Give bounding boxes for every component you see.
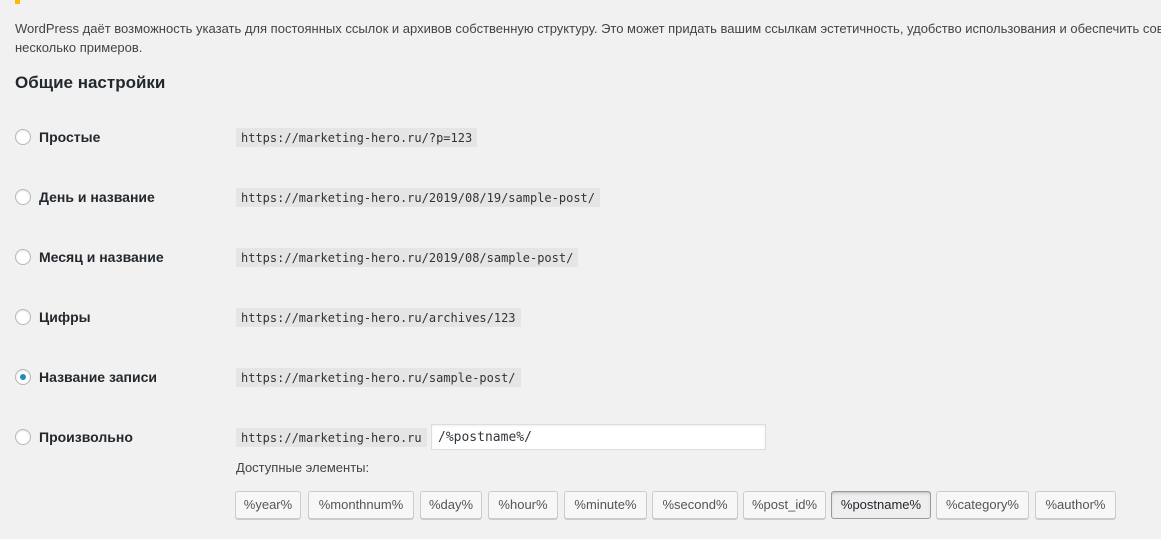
tag-year-button[interactable]: %year% — [235, 491, 301, 519]
intro-line-2: несколько примеров. — [15, 40, 143, 55]
tag-hour-button[interactable]: %hour% — [488, 491, 558, 519]
tag-post-id-button[interactable]: %post_id% — [743, 491, 826, 519]
radio-day-and-name[interactable] — [15, 189, 31, 205]
notice-accent-bar — [15, 0, 20, 4]
tag-minute-button[interactable]: %minute% — [564, 491, 647, 519]
intro-text: WordPress даёт возможность указать для п… — [15, 19, 1161, 57]
tag-postname-button[interactable]: %postname% — [831, 491, 931, 519]
permalink-base-url: https://marketing-hero.ru — [236, 428, 427, 447]
permalink-example: https://marketing-hero.ru/2019/08/19/sam… — [236, 188, 601, 207]
permalink-example: https://marketing-hero.ru/?p=123 — [236, 128, 478, 147]
option-custom[interactable]: Произвольно https://marketing-hero.ru — [15, 424, 1145, 450]
radio-plain[interactable] — [15, 129, 31, 145]
radio-post-name[interactable] — [15, 369, 31, 385]
option-month-and-name[interactable]: Месяц и название https://marketing-hero.… — [15, 245, 1145, 269]
tag-monthnum-button[interactable]: %monthnum% — [308, 491, 414, 519]
option-label[interactable]: Месяц и название — [39, 248, 164, 266]
custom-structure-input[interactable] — [431, 424, 766, 450]
radio-numeric[interactable] — [15, 309, 31, 325]
tag-day-button[interactable]: %day% — [420, 491, 482, 519]
option-label[interactable]: День и название — [39, 188, 155, 206]
option-label[interactable]: Простые — [39, 128, 100, 146]
tag-second-button[interactable]: %second% — [652, 491, 738, 519]
intro-line-1: WordPress даёт возможность указать для п… — [15, 21, 1161, 36]
permalink-example: https://marketing-hero.ru/archives/123 — [236, 308, 521, 327]
section-title: Общие настройки — [15, 73, 166, 92]
radio-custom[interactable] — [15, 429, 31, 445]
option-day-and-name[interactable]: День и название https://marketing-hero.r… — [15, 185, 1145, 209]
option-label[interactable]: Название записи — [39, 368, 157, 386]
permalink-example: https://marketing-hero.ru/sample-post/ — [236, 368, 521, 387]
tag-author-button[interactable]: %author% — [1035, 491, 1116, 519]
available-tags-label: Доступные элементы: — [236, 460, 370, 475]
radio-month-and-name[interactable] — [15, 249, 31, 265]
tag-category-button[interactable]: %category% — [936, 491, 1029, 519]
option-post-name[interactable]: Название записи https://marketing-hero.r… — [15, 365, 1145, 389]
option-label[interactable]: Произвольно — [39, 428, 133, 446]
permalink-example: https://marketing-hero.ru/2019/08/sample… — [236, 248, 579, 267]
option-numeric[interactable]: Цифры https://marketing-hero.ru/archives… — [15, 305, 1145, 329]
option-label[interactable]: Цифры — [39, 308, 91, 326]
option-plain[interactable]: Простые https://marketing-hero.ru/?p=123 — [15, 125, 1145, 149]
